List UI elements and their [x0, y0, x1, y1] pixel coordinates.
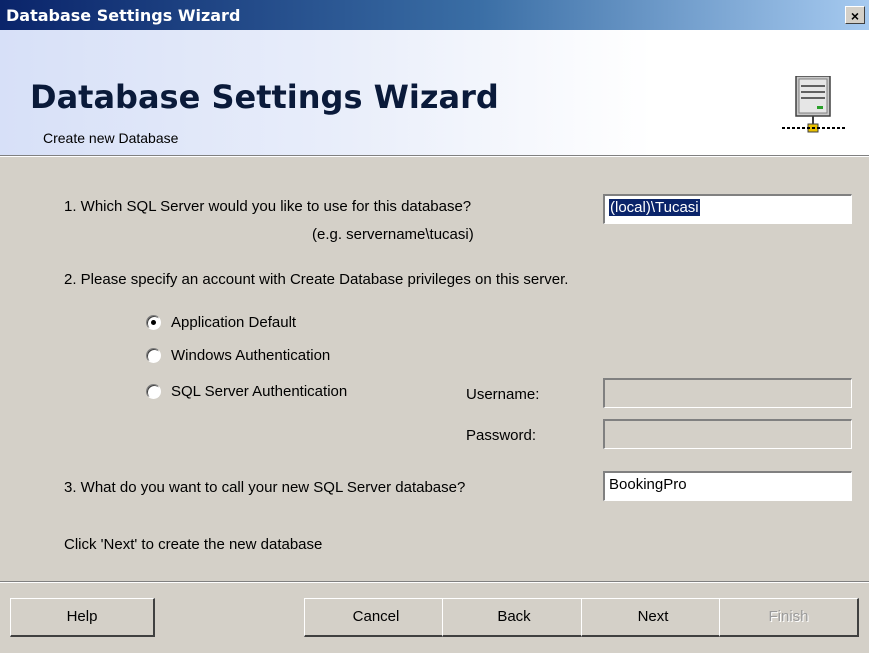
radio-label: SQL Server Authentication — [171, 383, 348, 400]
wizard-window: Database Settings Wizard × Database Sett… — [0, 0, 869, 653]
step1-example: (e.g. servername\tucasi) — [312, 226, 474, 243]
step1-question: 1. Which SQL Server would you like to us… — [64, 198, 472, 215]
radio-application-default[interactable]: Application Default — [146, 314, 296, 331]
radio-windows-authentication[interactable]: Windows Authentication — [146, 347, 330, 364]
banner-subheading: Create new Database — [43, 130, 179, 146]
sql-server-value: (local)\Tucasi — [608, 198, 701, 217]
banner-heading: Database Settings Wizard — [30, 78, 499, 116]
username-label: Username: — [466, 386, 540, 403]
wizard-banner: Database Settings Wizard Create new Data… — [0, 30, 869, 155]
password-input[interactable] — [603, 419, 852, 449]
database-server-icon — [782, 76, 846, 133]
finish-button[interactable]: Finish — [719, 598, 859, 637]
radio-unselected-icon — [146, 384, 161, 399]
hint-text: Click 'Next' to create the new database — [64, 536, 323, 553]
next-button[interactable]: Next — [581, 598, 726, 637]
help-button[interactable]: Help — [10, 598, 155, 637]
sql-server-input[interactable]: (local)\Tucasi — [603, 194, 852, 224]
cancel-button[interactable]: Cancel — [304, 598, 449, 637]
title-bar[interactable]: Database Settings Wizard × — [0, 0, 869, 30]
radio-unselected-icon — [146, 348, 161, 363]
step2-question: 2. Please specify an account with Create… — [64, 271, 569, 288]
window-title: Database Settings Wizard — [6, 6, 241, 25]
close-icon: × — [850, 8, 860, 24]
radio-sql-server-authentication[interactable]: SQL Server Authentication — [146, 383, 347, 400]
footer-divider — [0, 581, 869, 583]
database-name-input[interactable]: BookingPro — [603, 471, 852, 501]
password-label: Password: — [466, 427, 537, 444]
banner-divider — [0, 155, 869, 157]
radio-label: Application Default — [171, 314, 297, 331]
radio-selected-icon — [146, 315, 161, 330]
radio-label: Windows Authentication — [171, 347, 331, 364]
close-button[interactable]: × — [845, 6, 865, 24]
back-button[interactable]: Back — [442, 598, 587, 637]
step3-question: 3. What do you want to call your new SQL… — [64, 479, 466, 496]
username-input[interactable] — [603, 378, 852, 408]
